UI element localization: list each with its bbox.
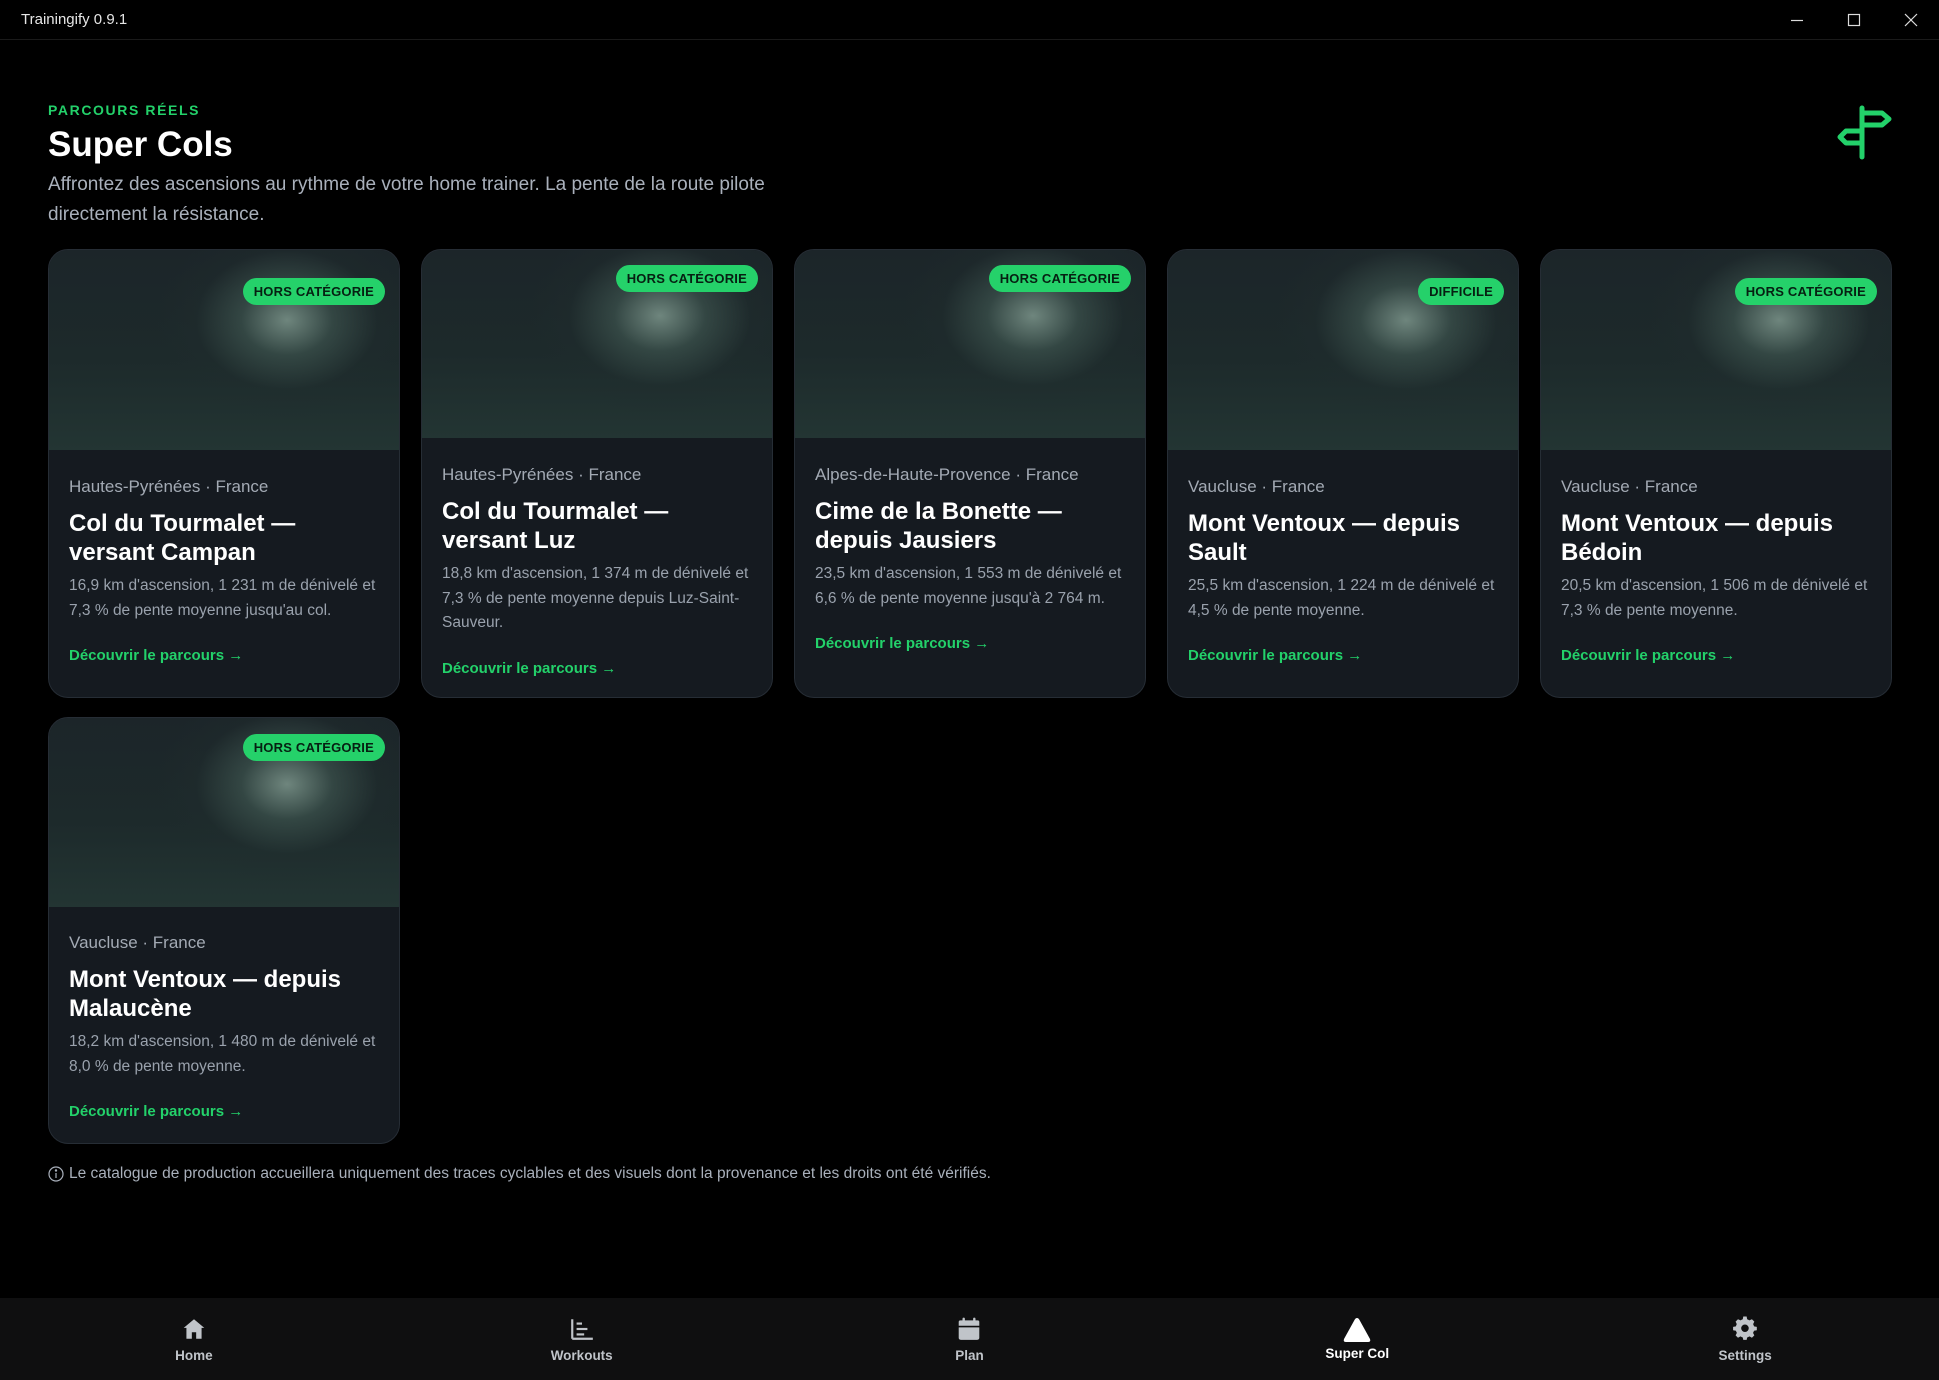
card-region: Vaucluse · France — [1188, 477, 1325, 496]
close-button[interactable] — [1882, 0, 1939, 40]
nav-label: Settings — [1718, 1348, 1772, 1363]
nav-label: Super Col — [1325, 1346, 1390, 1361]
calendar-icon — [956, 1316, 982, 1342]
discover-link[interactable]: Découvrir le parcours → — [69, 1103, 243, 1120]
difficulty-badge: HORS CATÉGORIE — [242, 734, 385, 761]
maximize-icon — [1847, 13, 1860, 26]
signpost-icon — [1837, 105, 1892, 160]
workouts-icon — [569, 1316, 595, 1342]
card-title: Col du Tourmalet — versant Campan — [69, 510, 296, 566]
card-description: 25,5 km d'ascension, 1 224 m de dénivelé… — [1188, 577, 1495, 619]
climb-card[interactable]: HORS CATÉGORIE Hautes-Pyrénées · France … — [421, 249, 773, 698]
footnote-text: Le catalogue de production accueillera u… — [69, 1165, 991, 1182]
card-image: HORS CATÉGORIE — [49, 250, 399, 450]
nav-label: Plan — [955, 1348, 984, 1363]
gear-icon — [1732, 1316, 1758, 1342]
title-bar: Trainingify 0.9.1 — [0, 0, 1939, 40]
card-region: Hautes-Pyrénées · France — [442, 465, 642, 484]
discover-link[interactable]: Découvrir le parcours → — [815, 635, 989, 652]
discover-link[interactable]: Découvrir le parcours → — [1561, 647, 1735, 664]
nav-settings[interactable]: Settings — [1551, 1298, 1939, 1380]
info-icon — [48, 1166, 64, 1182]
card-image: HORS CATÉGORIE — [795, 250, 1145, 438]
card-region: Hautes-Pyrénées · France — [69, 477, 269, 496]
card-description: 16,9 km d'ascension, 1 231 m de dénivelé… — [69, 577, 376, 619]
nav-home[interactable]: Home — [0, 1298, 388, 1380]
discover-link[interactable]: Découvrir le parcours → — [442, 660, 616, 677]
nav-plan[interactable]: Plan — [776, 1298, 1164, 1380]
section-eyebrow: PARCOURS RÉELS — [48, 102, 201, 118]
climb-card[interactable]: HORS CATÉGORIE Vaucluse · France Mont Ve… — [1540, 249, 1892, 698]
difficulty-badge: DIFFICILE — [1418, 278, 1504, 305]
nav-super-col[interactable]: Super Col — [1163, 1298, 1551, 1380]
climb-card[interactable]: HORS CATÉGORIE Vaucluse · France Mont Ve… — [48, 717, 400, 1144]
card-title: Col du Tourmalet — versant Luz — [442, 498, 669, 554]
card-image: HORS CATÉGORIE — [422, 250, 772, 438]
mountain-icon — [1342, 1316, 1372, 1344]
difficulty-badge: HORS CATÉGORIE — [988, 265, 1131, 292]
app-title: Trainingify 0.9.1 — [21, 11, 128, 28]
difficulty-badge: HORS CATÉGORIE — [242, 278, 385, 305]
window-controls — [1768, 0, 1939, 40]
card-image: DIFFICILE — [1168, 250, 1518, 450]
difficulty-badge: HORS CATÉGORIE — [615, 265, 758, 292]
climb-card[interactable]: DIFFICILE Vaucluse · France Mont Ventoux… — [1167, 249, 1519, 698]
minimize-icon — [1790, 19, 1803, 21]
footnote: Le catalogue de production accueillera u… — [48, 1165, 991, 1183]
card-description: 20,5 km d'ascension, 1 506 m de dénivelé… — [1561, 577, 1868, 619]
card-region: Vaucluse · France — [1561, 477, 1698, 496]
card-description: 18,8 km d'ascension, 1 374 m de dénivelé… — [442, 565, 749, 631]
nav-label: Workouts — [550, 1348, 613, 1363]
card-image: HORS CATÉGORIE — [49, 718, 399, 907]
difficulty-badge: HORS CATÉGORIE — [1734, 278, 1877, 305]
card-title: Mont Ventoux — depuis Malaucène — [69, 966, 342, 1022]
card-description: 18,2 km d'ascension, 1 480 m de dénivelé… — [69, 1033, 376, 1075]
climb-card[interactable]: HORS CATÉGORIE Alpes-de-Haute-Provence ·… — [794, 249, 1146, 698]
minimize-button[interactable] — [1768, 0, 1825, 40]
page-subtitle: Affrontez des ascensions au rythme de vo… — [48, 174, 765, 225]
card-region: Alpes-de-Haute-Provence · France — [815, 465, 1079, 484]
card-title: Mont Ventoux — depuis Bédoin — [1561, 510, 1834, 566]
close-icon — [1904, 13, 1917, 26]
home-icon — [181, 1316, 207, 1342]
card-title: Mont Ventoux — depuis Sault — [1188, 510, 1461, 566]
maximize-button[interactable] — [1825, 0, 1882, 40]
card-description: 23,5 km d'ascension, 1 553 m de dénivelé… — [815, 565, 1122, 607]
climb-card[interactable]: HORS CATÉGORIE Hautes-Pyrénées · France … — [48, 249, 400, 698]
bottom-navigation: Home Workouts Plan Super Col Settings — [0, 1298, 1939, 1380]
nav-workouts[interactable]: Workouts — [388, 1298, 776, 1380]
card-region: Vaucluse · France — [69, 933, 206, 952]
card-image: HORS CATÉGORIE — [1541, 250, 1891, 450]
nav-label: Home — [175, 1348, 213, 1363]
card-title: Cime de la Bonette — depuis Jausiers — [815, 498, 1062, 554]
discover-link[interactable]: Découvrir le parcours → — [1188, 647, 1362, 664]
discover-link[interactable]: Découvrir le parcours → — [69, 647, 243, 664]
page-title: Super Cols — [48, 125, 233, 164]
